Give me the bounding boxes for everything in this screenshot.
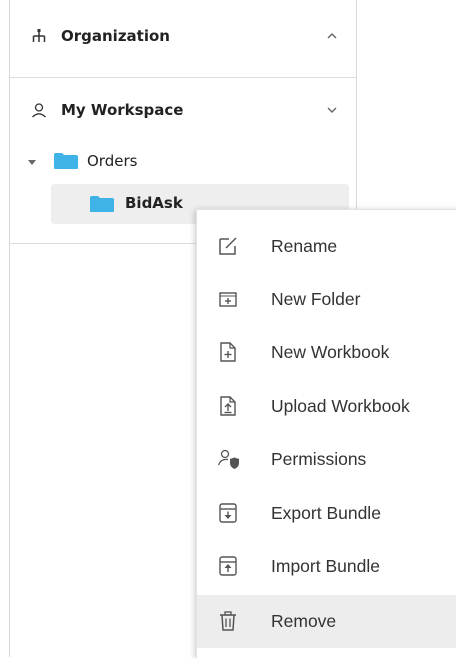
chevron-down-icon[interactable] [326, 105, 338, 115]
new-folder-icon [219, 292, 237, 307]
menu-item-label: Upload Workbook [271, 396, 410, 416]
menu-item-new-folder[interactable]: New Folder [197, 273, 456, 326]
import-bundle-icon [219, 556, 237, 576]
menu-item-label: Permissions [271, 449, 367, 469]
tree-item-label: Orders [87, 152, 138, 170]
caret-down-icon[interactable] [27, 159, 37, 167]
organization-section-header[interactable]: Organization [10, 19, 356, 53]
menu-item-label: Import Bundle [271, 556, 380, 576]
menu-item-label: Export Bundle [271, 503, 381, 523]
workspace-title: My Workspace [61, 101, 184, 119]
upload-workbook-icon [220, 396, 236, 416]
menu-item-rename[interactable]: Rename [197, 220, 456, 273]
menu-item-import-bundle[interactable]: Import Bundle [197, 540, 456, 593]
organization-title: Organization [61, 27, 170, 45]
folder-icon [54, 153, 78, 169]
menu-item-permissions[interactable]: Permissions [197, 433, 456, 486]
menu-item-new-workbook[interactable]: New Workbook [197, 326, 456, 379]
menu-item-label: Remove [271, 611, 337, 631]
menu-item-label: New Workbook [271, 342, 390, 362]
menu-item-upload-workbook[interactable]: Upload Workbook [197, 380, 456, 433]
menu-item-label: Rename [271, 236, 338, 256]
tree-item-orders[interactable]: Orders [10, 149, 356, 175]
hierarchy-icon [32, 29, 46, 42]
trash-icon [220, 611, 236, 631]
context-menu: Rename New Folder New Workbook Upload Wo… [196, 209, 456, 658]
rename-icon [219, 237, 237, 255]
new-workbook-icon [220, 342, 236, 362]
menu-item-export-bundle[interactable]: Export Bundle [197, 487, 456, 540]
menu-item-remove[interactable]: Remove [197, 595, 456, 648]
workspace-section-header[interactable]: My Workspace [10, 93, 356, 127]
tree-item-label: BidAsk [125, 194, 183, 212]
export-bundle-icon [219, 503, 237, 523]
permissions-icon [217, 449, 239, 469]
menu-item-label: New Folder [271, 289, 361, 309]
section-divider [10, 77, 356, 78]
folder-icon [90, 196, 114, 212]
chevron-up-icon[interactable] [326, 31, 338, 41]
user-icon [32, 103, 46, 118]
